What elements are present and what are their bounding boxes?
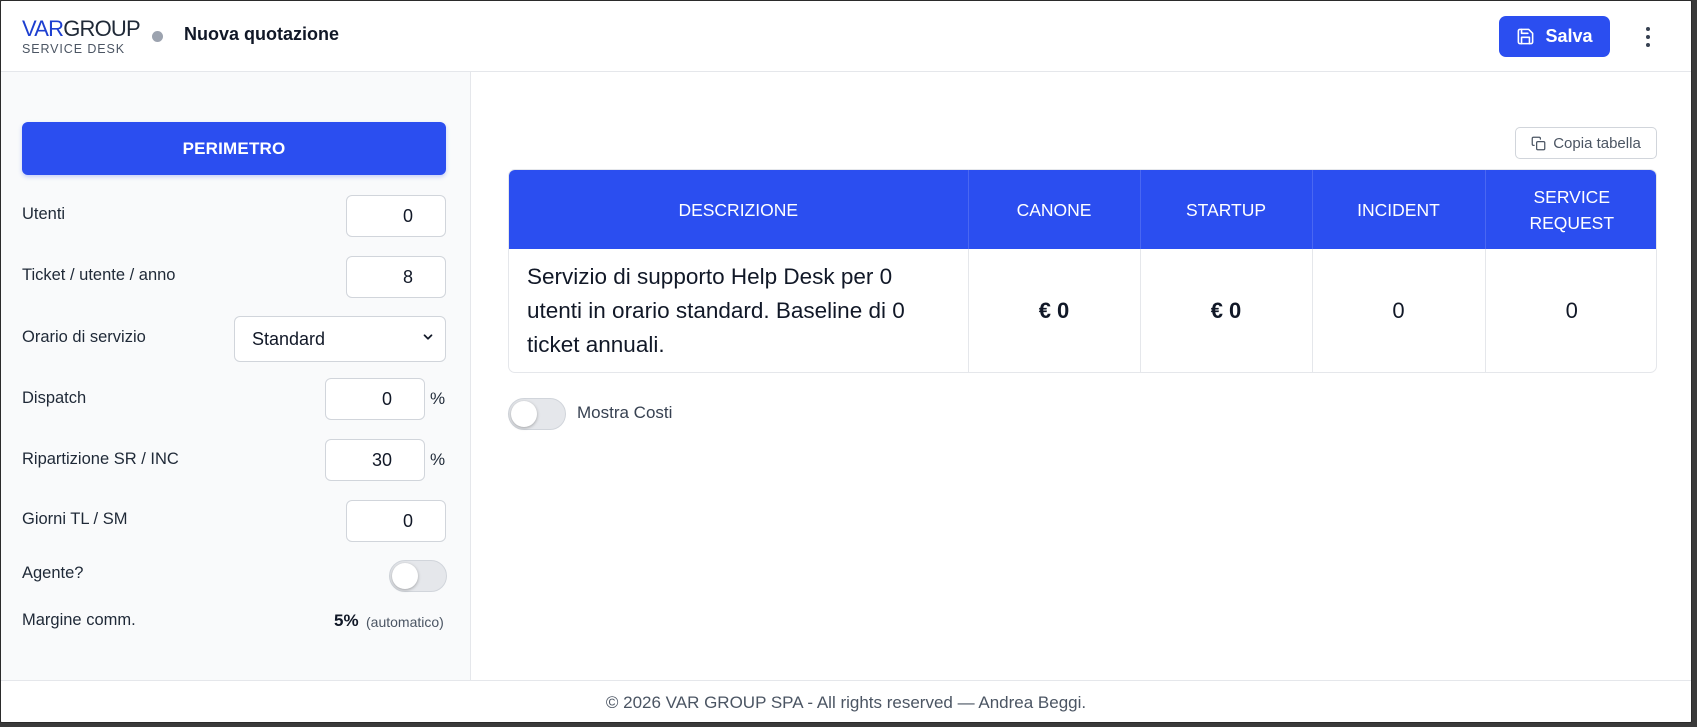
cell-service-request: 0 — [1565, 297, 1578, 323]
header-canone: CANONE — [968, 170, 1141, 249]
ripartizione-input[interactable]: 30 — [325, 439, 425, 481]
save-icon — [1518, 28, 1534, 45]
dispatch-unit: % — [430, 389, 446, 408]
agente-label: Agente? — [22, 564, 84, 582]
giorni-label: Giorni TL / SM — [22, 510, 128, 528]
top-bar: VARGROUP SERVICE DESK Nuova quotazione S… — [1, 1, 1691, 72]
margine-value: 5% — [334, 611, 359, 630]
orario-select[interactable]: Standard — [234, 316, 446, 362]
save-button-label: Salva — [1545, 26, 1593, 46]
copy-icon — [1531, 136, 1546, 150]
agente-toggle[interactable] — [389, 560, 447, 592]
header-service-request: SERVICE REQUEST — [1485, 170, 1656, 249]
mostra-costi-label: Mostra Costi — [577, 403, 673, 422]
giorni-input[interactable]: 0 — [346, 500, 446, 542]
header-service-request-label: SERVICE REQUEST — [1529, 186, 1615, 233]
more-options-icon[interactable] — [1637, 22, 1659, 52]
cell-canone: € 0 — [968, 249, 1141, 372]
page-title: Nuova quotazione — [184, 24, 340, 44]
toggle-knob — [511, 401, 537, 427]
perimetro-button[interactable]: PERIMETRO — [22, 122, 446, 175]
sidebar: PERIMETRO Utenti 0 Ticket / utente / ann… — [1, 72, 471, 680]
quotation-table: DESCRIZIONE CANONE STARTUP INCIDENT SERV… — [508, 169, 1657, 373]
cell-descrizione: Servizio di supporto Help Desk per 0 ute… — [509, 249, 969, 372]
utenti-label: Utenti — [22, 205, 66, 223]
dispatch-label: Dispatch — [22, 389, 87, 407]
chevron-down-icon — [423, 334, 433, 340]
logo: VARGROUP SERVICE DESK — [22, 16, 141, 57]
margine-note: (automatico) — [366, 614, 444, 630]
save-button[interactable]: Salva — [1499, 16, 1610, 57]
utenti-input[interactable]: 0 — [346, 195, 446, 237]
dispatch-input[interactable]: 0 — [325, 378, 425, 420]
status-dot — [152, 31, 163, 42]
logo-wordmark: VARGROUP — [22, 16, 141, 41]
footer: © 2026 VAR GROUP SPA - All rights reserv… — [1, 680, 1691, 722]
logo-subtitle: SERVICE DESK — [22, 42, 125, 56]
app-window: VARGROUP SERVICE DESK Nuova quotazione S… — [0, 0, 1692, 723]
header-incident: INCIDENT — [1312, 170, 1486, 249]
cell-incident: 0 — [1312, 249, 1486, 372]
margine-label: Margine comm. — [22, 611, 136, 629]
ripartizione-label: Ripartizione SR / INC — [22, 450, 179, 468]
table-row: Servizio di supporto Help Desk per 0 ute… — [509, 249, 1656, 372]
copy-table-label: Copia tabella — [1553, 134, 1641, 152]
header-descrizione: DESCRIZIONE — [509, 170, 969, 249]
orario-select-value: Standard — [252, 328, 326, 349]
footer-copyright: © 2026 VAR GROUP SPA - All rights reserv… — [605, 692, 1087, 712]
ticket-label: Ticket / utente / anno — [22, 266, 176, 284]
logo-var: VAR — [22, 16, 64, 41]
logo-group: GROUP — [63, 16, 140, 41]
ripartizione-unit: % — [430, 450, 446, 469]
header-startup: STARTUP — [1140, 170, 1313, 249]
ticket-input[interactable]: 8 — [346, 256, 446, 298]
toggle-knob — [392, 563, 418, 589]
orario-label: Orario di servizio — [22, 328, 146, 346]
mostra-costi-toggle[interactable] — [508, 398, 566, 430]
copy-table-button[interactable]: Copia tabella — [1515, 127, 1657, 159]
cell-startup: € 0 — [1140, 249, 1313, 372]
table-header-row: DESCRIZIONE CANONE STARTUP INCIDENT SERV… — [509, 170, 1656, 249]
